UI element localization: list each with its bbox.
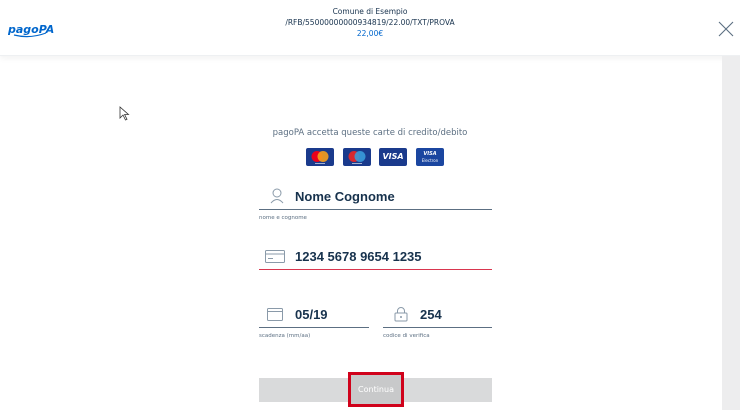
user-icon xyxy=(270,188,284,204)
expiry-date-value: 05/19 xyxy=(295,307,328,322)
payment-reference: /RFB/55000000000934819/22.00/TXT/PROVA xyxy=(285,18,455,27)
close-icon[interactable] xyxy=(718,21,734,37)
accepted-cards-text: pagoPA accetta queste carte di credito/d… xyxy=(272,128,468,138)
expiry-date-label: scadenza (mm/aa) xyxy=(259,333,311,339)
cardholder-name-field[interactable]: Nome Cognome xyxy=(259,184,492,210)
header: pagoPA Comune di Esempio /RFB/5500000000… xyxy=(0,0,740,56)
continue-button[interactable]: Continua xyxy=(348,372,404,407)
card-number-field[interactable]: 1234 5678 9654 1235 xyxy=(259,244,492,270)
cardholder-name-label: nome e cognome xyxy=(259,215,307,221)
scrollbar-track[interactable] xyxy=(722,56,740,410)
lock-icon xyxy=(394,307,408,322)
accepted-cards: VISA VISA Electron xyxy=(306,148,444,166)
mouse-cursor-icon xyxy=(119,106,130,121)
cvv-field[interactable]: 254 xyxy=(383,302,492,328)
organization-name: Comune di Esempio xyxy=(332,7,408,16)
cvv-value: 254 xyxy=(420,307,442,322)
visa-electron-icon: VISA Electron xyxy=(416,148,444,166)
card-number-value: 1234 5678 9654 1235 xyxy=(295,249,422,264)
cardholder-name-value: Nome Cognome xyxy=(295,189,395,204)
mastercard-icon xyxy=(306,148,334,166)
visa-electron-bottom-label: Electron xyxy=(421,158,439,163)
payment-summary: Comune di Esempio /RFB/55000000000934819… xyxy=(0,6,740,39)
calendar-icon xyxy=(267,308,283,321)
expiry-date-field[interactable]: 05/19 xyxy=(259,302,369,328)
payment-amount: 22,00€ xyxy=(356,29,384,38)
visa-icon: VISA xyxy=(379,148,407,166)
cvv-label: codice di verifica xyxy=(383,333,430,339)
payment-page: pagoPA Comune di Esempio /RFB/5500000000… xyxy=(0,0,740,410)
credit-card-icon xyxy=(265,250,285,263)
visa-electron-top-label: VISA xyxy=(423,151,437,157)
visa-label: VISA xyxy=(382,152,404,161)
maestro-icon xyxy=(343,148,371,166)
